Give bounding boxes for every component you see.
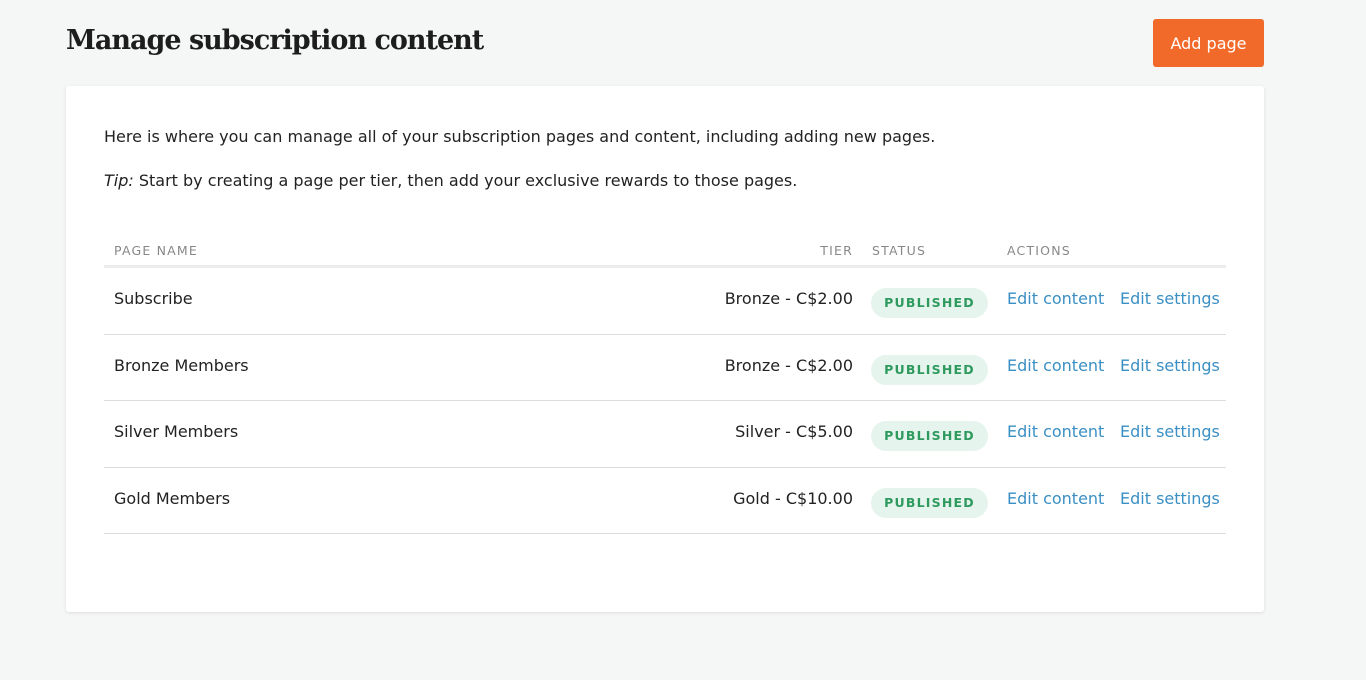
status-badge: PUBLISHED xyxy=(871,487,988,518)
status-badge: PUBLISHED xyxy=(871,354,988,385)
status-badge: PUBLISHED xyxy=(871,288,988,318)
tip-body: Start by creating a page per tier, then … xyxy=(133,171,798,190)
page-name: Silver Members xyxy=(114,422,239,441)
add-page-button[interactable]: Add page xyxy=(1153,19,1264,67)
column-header-page-name: PAGE NAME xyxy=(114,243,199,258)
page: Manage subscription content Add page Her… xyxy=(0,0,1366,680)
page-name: Gold Members xyxy=(114,488,231,508)
table-header: PAGE NAME TIER STATUS ACTIONS xyxy=(104,234,1226,268)
tip-text: Tip: Start by creating a page per tier, … xyxy=(104,171,797,190)
table-row: Silver Members Silver - C$5.00 PUBLISHED… xyxy=(104,401,1226,468)
pages-table: PAGE NAME TIER STATUS ACTIONS Subscribe … xyxy=(104,234,1226,534)
edit-content-link[interactable]: Edit content xyxy=(1007,489,1104,508)
tier-value: Bronze - C$2.00 xyxy=(724,289,853,308)
status-badge: PUBLISHED xyxy=(871,421,988,451)
edit-settings-link[interactable]: Edit settings xyxy=(1120,489,1220,508)
edit-settings-link[interactable]: Edit settings xyxy=(1120,422,1220,441)
page-name: Subscribe xyxy=(114,289,193,308)
edit-content-link[interactable]: Edit content xyxy=(1007,356,1104,375)
table-row: Gold Members Gold - C$10.00 PUBLISHED Ed… xyxy=(104,468,1226,534)
content-card: Here is where you can manage all of your… xyxy=(66,86,1264,612)
table-row: Subscribe Bronze - C$2.00 PUBLISHED Edit… xyxy=(104,268,1226,335)
table-row: Bronze Members Bronze - C$2.00 PUBLISHED… xyxy=(104,335,1226,401)
page-name: Bronze Members xyxy=(114,355,249,375)
column-header-actions: ACTIONS xyxy=(1007,243,1071,258)
page-title: Manage subscription content xyxy=(66,25,484,56)
tier-value: Silver - C$5.00 xyxy=(735,422,853,441)
column-header-status: STATUS xyxy=(872,243,927,258)
tier-value: Gold - C$10.00 xyxy=(733,488,853,508)
page-header: Manage subscription content Add page xyxy=(66,19,1264,67)
tier-value: Bronze - C$2.00 xyxy=(724,355,853,375)
tip-label: Tip: xyxy=(104,171,134,190)
edit-settings-link[interactable]: Edit settings xyxy=(1120,289,1220,308)
edit-settings-link[interactable]: Edit settings xyxy=(1120,356,1220,375)
column-header-tier: TIER xyxy=(820,243,853,258)
edit-content-link[interactable]: Edit content xyxy=(1007,422,1104,441)
intro-text: Here is where you can manage all of your… xyxy=(104,127,936,146)
edit-content-link[interactable]: Edit content xyxy=(1007,289,1104,308)
